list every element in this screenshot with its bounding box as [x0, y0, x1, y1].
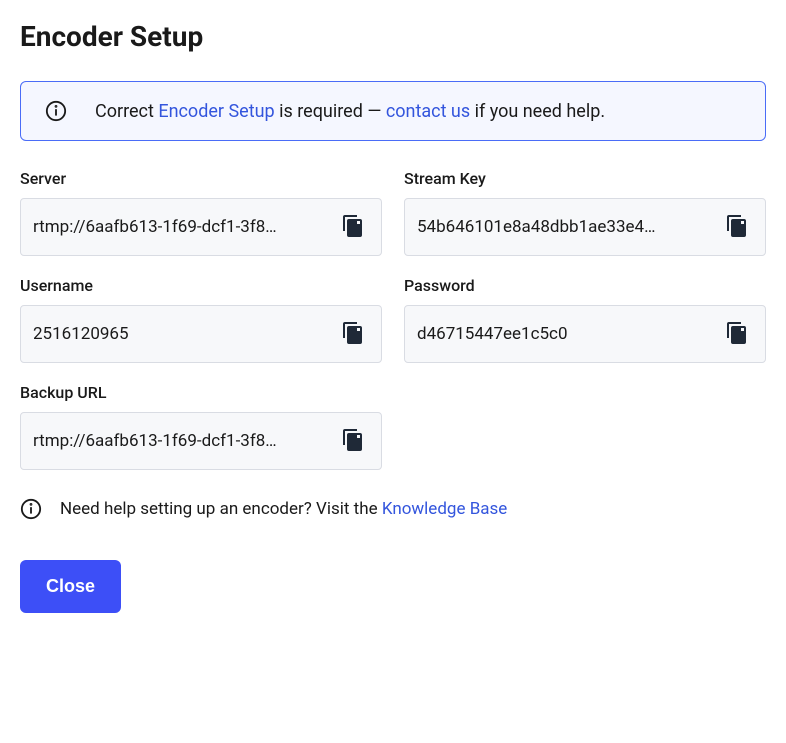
- stream-key-field: Stream Key 54b646101e8a48dbb1ae33e4…: [404, 169, 766, 256]
- help-text: Need help setting up an encoder? Visit t…: [60, 499, 507, 519]
- page-title: Encoder Setup: [20, 20, 766, 53]
- close-button[interactable]: Close: [20, 560, 121, 613]
- username-input-wrap: 2516120965: [20, 305, 382, 363]
- server-field: Server rtmp://6aafb613-1f69-dcf1-3f8…: [20, 169, 382, 256]
- banner-text: Correct: [95, 101, 158, 122]
- copy-backup-url-button[interactable]: [337, 424, 369, 459]
- password-input-wrap: d46715447ee1c5c0: [404, 305, 766, 363]
- fields-grid: Server rtmp://6aafb613-1f69-dcf1-3f8… St…: [20, 169, 766, 470]
- copy-icon: [341, 321, 365, 348]
- copy-icon: [341, 428, 365, 455]
- copy-server-button[interactable]: [337, 210, 369, 245]
- backup-url-value[interactable]: rtmp://6aafb613-1f69-dcf1-3f8…: [33, 431, 329, 451]
- copy-username-button[interactable]: [337, 317, 369, 352]
- copy-password-button[interactable]: [721, 317, 753, 352]
- username-label: Username: [20, 276, 382, 295]
- password-label: Password: [404, 276, 766, 295]
- copy-stream-key-button[interactable]: [721, 210, 753, 245]
- stream-key-value[interactable]: 54b646101e8a48dbb1ae33e4…: [417, 217, 713, 237]
- copy-icon: [341, 214, 365, 241]
- username-field: Username 2516120965: [20, 276, 382, 363]
- encoder-setup-link[interactable]: Encoder Setup: [158, 101, 274, 122]
- stream-key-input-wrap: 54b646101e8a48dbb1ae33e4…: [404, 198, 766, 256]
- backup-url-field: Backup URL rtmp://6aafb613-1f69-dcf1-3f8…: [20, 383, 382, 470]
- copy-icon: [725, 214, 749, 241]
- stream-key-label: Stream Key: [404, 169, 766, 188]
- server-label: Server: [20, 169, 382, 188]
- backup-url-input-wrap: rtmp://6aafb613-1f69-dcf1-3f8…: [20, 412, 382, 470]
- password-value[interactable]: d46715447ee1c5c0: [417, 324, 713, 344]
- backup-url-label: Backup URL: [20, 383, 382, 402]
- server-value[interactable]: rtmp://6aafb613-1f69-dcf1-3f8…: [33, 217, 329, 237]
- contact-us-link[interactable]: contact us: [386, 101, 470, 122]
- server-input-wrap: rtmp://6aafb613-1f69-dcf1-3f8…: [20, 198, 382, 256]
- help-row: Need help setting up an encoder? Visit t…: [20, 498, 766, 520]
- knowledge-base-link[interactable]: Knowledge Base: [382, 499, 507, 519]
- info-banner-message: Correct Encoder Setup is required — cont…: [95, 101, 605, 122]
- username-value[interactable]: 2516120965: [33, 324, 329, 344]
- password-field: Password d46715447ee1c5c0: [404, 276, 766, 363]
- info-banner: Correct Encoder Setup is required — cont…: [20, 81, 766, 141]
- banner-text: is required —: [275, 101, 386, 122]
- info-icon: [45, 100, 67, 122]
- info-icon: [20, 498, 42, 520]
- banner-text: if you need help.: [470, 101, 605, 122]
- help-prefix: Need help setting up an encoder? Visit t…: [60, 499, 382, 519]
- copy-icon: [725, 321, 749, 348]
